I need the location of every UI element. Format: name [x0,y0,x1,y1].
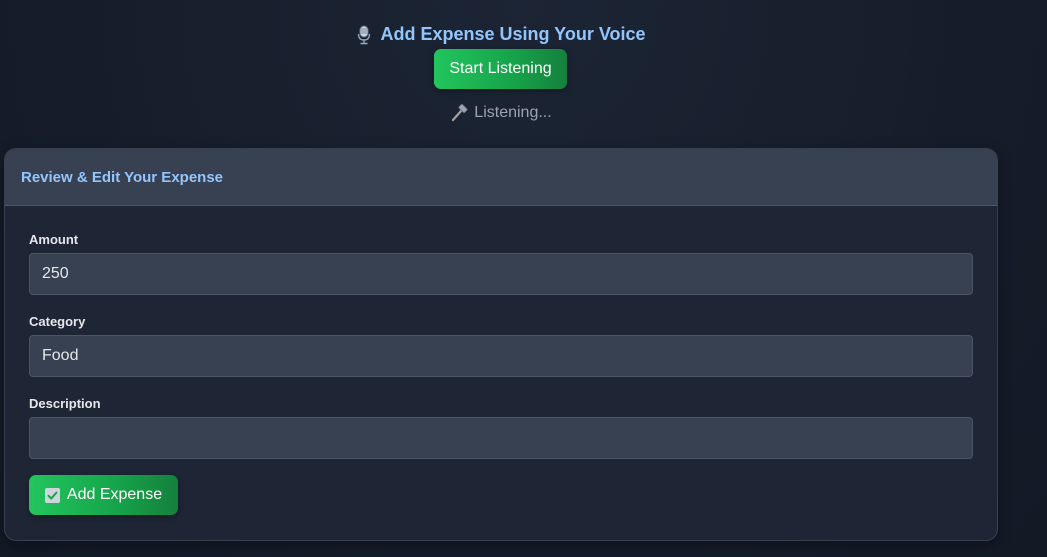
add-expense-label: Add Expense [66,486,163,503]
hammer-icon [450,104,468,122]
amount-input[interactable] [29,253,973,295]
voice-title-text: Add Expense Using Your Voice [380,24,646,44]
voice-section-title: Add Expense Using Your Voice [0,24,1002,45]
start-listening-button[interactable]: Start Listening [434,49,567,89]
category-label: Category [29,314,86,329]
amount-label: Amount [29,232,79,247]
checkbox-check-icon [44,487,60,503]
add-expense-button[interactable]: Add Expense [29,475,178,515]
description-label: Description [29,396,101,411]
description-input[interactable] [29,417,973,459]
listening-status: Listening... [0,104,1002,122]
listening-status-text: Listening... [474,104,552,121]
card-header: Review & Edit Your Expense [5,149,997,206]
category-input[interactable] [29,335,973,377]
microphone-icon [356,25,372,45]
review-expense-card: Review & Edit Your Expense Amount Catego… [4,148,998,541]
